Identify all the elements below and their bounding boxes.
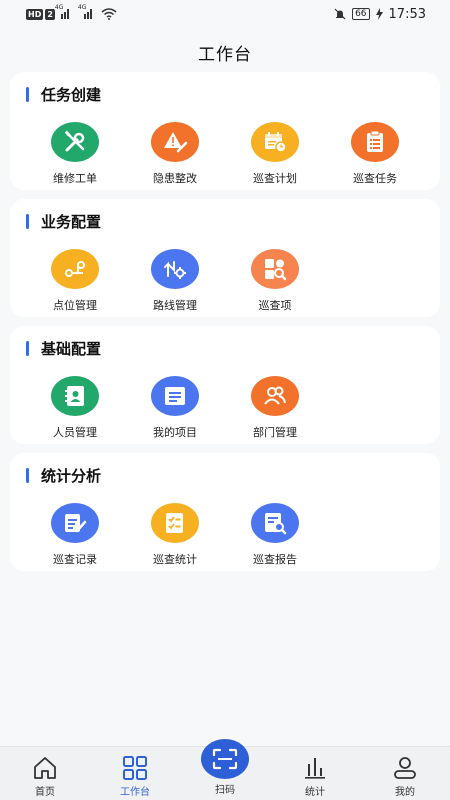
battery-icon: 66 [352,8,370,20]
document-pen-icon [51,503,99,543]
item-label: 隐患整改 [153,172,197,185]
route-manage-button[interactable]: 路线管理 [125,249,225,313]
tab-label: 我的 [395,787,415,798]
point-manage-button[interactable]: 点位管理 [25,249,125,313]
scan-icon [212,748,238,770]
section-title-text: 任务创建 [41,85,102,104]
item-label: 点位管理 [53,299,97,312]
repair-order-button[interactable]: 维修工单 [25,122,125,186]
home-icon [34,757,56,779]
hd-indicator: HD [26,8,44,20]
item-label: 巡查统计 [153,553,197,566]
inspection-item-button[interactable]: 巡查项 [225,249,325,313]
staff-manage-button[interactable]: 人员管理 [25,376,125,440]
shapes-search-icon [251,249,299,289]
section-statistics: 统计分析 巡查记录 巡查统计 巡查报告 [10,453,440,571]
my-project-button[interactable]: 我的项目 [125,376,225,440]
section-title: 统计分析 [26,465,101,485]
user-icon [394,757,416,779]
item-label: 巡查报告 [253,553,297,566]
signal-icon: 4G [55,4,72,19]
list-card-icon [151,376,199,416]
charging-icon [375,8,383,20]
status-bar: HD 2 4G 4G 66 17:53 [0,0,450,28]
tab-label: 扫码 [215,785,235,796]
section-accent-bar [26,340,29,356]
department-manage-button[interactable]: 部门管理 [225,376,325,440]
tab-statistics[interactable]: 统计 [270,747,360,800]
inspection-report-button[interactable]: 巡查报告 [225,503,325,567]
contact-book-icon [51,376,99,416]
section-accent-bar [26,467,29,483]
item-label: 巡查记录 [53,553,97,566]
tab-scan[interactable]: 扫码 [180,739,270,800]
status-bar-left: HD 2 4G 4G [26,4,117,20]
inspection-plan-button[interactable]: 巡查计划 [225,122,325,186]
item-label: 路线管理 [153,299,197,312]
tab-label: 工作台 [120,787,150,798]
section-title-text: 统计分析 [41,466,102,485]
hazard-rectify-button[interactable]: 隐患整改 [125,122,225,186]
inspection-stats-button[interactable]: 巡查统计 [125,503,225,567]
report-search-icon [251,503,299,543]
section-basic-config: 基础配置 人员管理 我的项目 部门管理 [10,326,440,444]
tab-home[interactable]: 首页 [0,747,90,800]
item-label: 维修工单 [53,172,97,185]
section-items: 点位管理 路线管理 巡查项 [10,249,325,313]
inspection-record-button[interactable]: 巡查记录 [25,503,125,567]
calendar-clock-icon [251,122,299,162]
tab-workbench[interactable]: 工作台 [90,747,180,800]
section-accent-bar [26,86,29,102]
bottom-tab-bar: 首页 工作台 扫码 统计 我的 [0,739,450,800]
section-title-text: 基础配置 [41,339,102,358]
sim-indicator: 2 [45,8,55,20]
signal-icon-2: 4G [78,4,95,19]
section-items: 巡查记录 巡查统计 巡查报告 [10,503,325,567]
clock: 17:53 [388,6,426,22]
item-label: 巡查任务 [353,172,397,185]
warning-pen-icon [151,122,199,162]
wifi-icon [101,8,117,20]
section-accent-bar [26,213,29,229]
section-business-config: 业务配置 点位管理 路线管理 巡查项 [10,199,440,317]
group-icon [251,376,299,416]
node-link-icon [51,249,99,289]
section-task-create: 任务创建 维修工单 隐患整改 巡查计划 巡查任务 [10,72,440,190]
section-items: 人员管理 我的项目 部门管理 [10,376,325,440]
inspection-task-button[interactable]: 巡查任务 [325,122,425,186]
wrench-screwdriver-icon [51,122,99,162]
status-bar-right: 66 17:53 [334,7,426,22]
grid-icon [123,756,147,780]
item-label: 巡查计划 [253,172,297,185]
network-type-1: 4G [54,4,64,11]
clipboard-list-icon [351,122,399,162]
section-title: 基础配置 [26,338,101,358]
item-label: 人员管理 [53,426,97,439]
route-gear-icon [151,249,199,289]
network-type-2: 4G [77,4,87,11]
tab-profile[interactable]: 我的 [360,747,450,800]
checklist-icon [151,503,199,543]
section-title: 业务配置 [26,211,101,231]
section-items: 维修工单 隐患整改 巡查计划 巡查任务 [10,122,425,186]
mute-bell-icon [334,8,346,20]
page-title: 工作台 [198,45,252,65]
tab-label: 首页 [35,787,55,798]
tab-label: 统计 [305,787,325,798]
item-label: 巡查项 [258,299,292,312]
item-label: 部门管理 [253,426,297,439]
item-label: 我的项目 [153,426,197,439]
section-title: 任务创建 [26,84,101,104]
section-title-text: 业务配置 [41,212,102,231]
scan-button[interactable] [201,739,249,779]
bar-chart-icon [305,758,325,779]
